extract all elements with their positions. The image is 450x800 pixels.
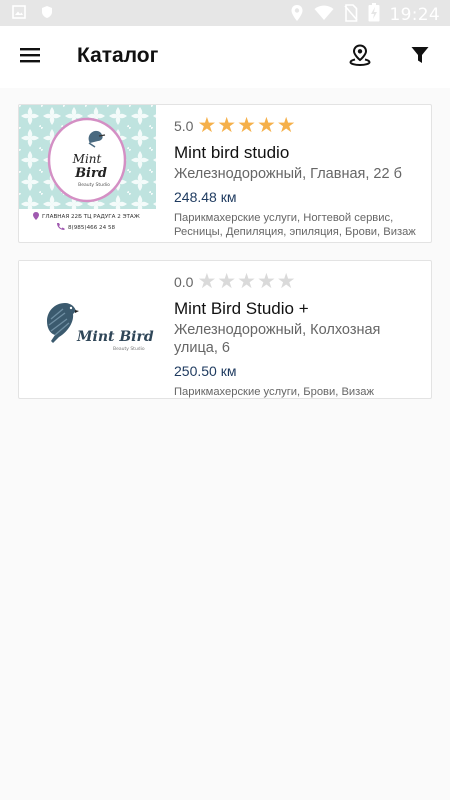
menu-icon (19, 46, 41, 69)
rating-row: 5.0 ★ ★ ★ ★ ★ (174, 115, 424, 137)
battery-charging-icon (368, 3, 380, 27)
wifi-icon (314, 5, 334, 26)
thumb-logo-line1: Mint (72, 152, 102, 166)
salon-address: Железнодорожный, Главная, 22 б (174, 166, 402, 182)
salon-name: Mint bird studio (174, 143, 290, 162)
rating-value: 0.0 (174, 274, 194, 290)
salon-info: 5.0 ★ ★ ★ ★ ★ Mint bird studio Железнодорожн… (174, 115, 424, 239)
thumb-phone: 8(985)466 24 58 (68, 225, 116, 231)
salon-distance: 250.50 км (174, 363, 237, 379)
salon-card[interactable]: Mint Bird Beauty Studio 0.0 ★ ★ ★ ★ ★ Mint B… (18, 260, 432, 399)
salon-address: Железнодорожный, Колхозная улица, 6 (174, 322, 381, 356)
map-pin-icon (349, 43, 371, 71)
star-icon: ★ (256, 114, 276, 137)
star-icon: ★ (237, 270, 256, 293)
filter-button[interactable] (400, 39, 440, 75)
thumb-logo-sub: Beauty Studio (78, 182, 110, 188)
salon-card[interactable]: Mint Bird Beauty Studio ГЛАВНАЯ 22Б ТЦ Р… (18, 104, 432, 243)
page-title: Каталог (77, 44, 159, 67)
salon-info: 0.0 ★ ★ ★ ★ ★ Mint Bird Studio + Железнодоро… (174, 271, 424, 399)
star-icon: ★ (256, 270, 276, 293)
salon-services: Парикмахерские услуги, Ногтевой сервис, … (174, 212, 416, 238)
status-bar: 19:24 (0, 0, 450, 26)
salon-thumbnail: Mint Bird Beauty Studio (19, 261, 156, 391)
thumb-address: ГЛАВНАЯ 22Б ТЦ РАДУГА 2 ЭТАЖ (42, 214, 140, 220)
star-rating: ★ ★ ★ ★ ★ (197, 114, 296, 137)
thumb-logo-line2: Bird (74, 166, 107, 181)
vpn-icon (40, 5, 54, 24)
salon-services: Парикмахерские услуги, Брови, Визаж (174, 386, 374, 398)
thumb-logo-line1: Mint Bird (76, 329, 154, 345)
star-icon: ★ (276, 270, 296, 293)
salon-distance: 248.48 км (174, 189, 237, 205)
app-bar: Каталог (0, 26, 450, 88)
image-icon (12, 5, 26, 24)
menu-button[interactable] (10, 39, 50, 75)
star-icon: ★ (197, 270, 217, 293)
map-button[interactable] (340, 39, 380, 75)
star-rating: ★ ★ ★ ★ ★ (197, 270, 296, 293)
star-icon: ★ (197, 114, 217, 137)
salon-thumbnail: Mint Bird Beauty Studio ГЛАВНАЯ 22Б ТЦ Р… (19, 105, 156, 235)
thumb-logo-sub: Beauty Studio (113, 346, 145, 352)
star-icon: ★ (276, 114, 296, 137)
rating-row: 0.0 ★ ★ ★ ★ ★ (174, 271, 424, 293)
location-icon (290, 4, 304, 27)
salon-name: Mint Bird Studio + (174, 299, 309, 318)
filter-icon (411, 46, 429, 69)
star-icon: ★ (237, 114, 256, 137)
star-icon: ★ (217, 114, 237, 137)
status-time: 19:24 (389, 5, 440, 25)
star-icon: ★ (217, 270, 237, 293)
no-sim-icon (343, 3, 358, 27)
rating-value: 5.0 (174, 118, 194, 134)
